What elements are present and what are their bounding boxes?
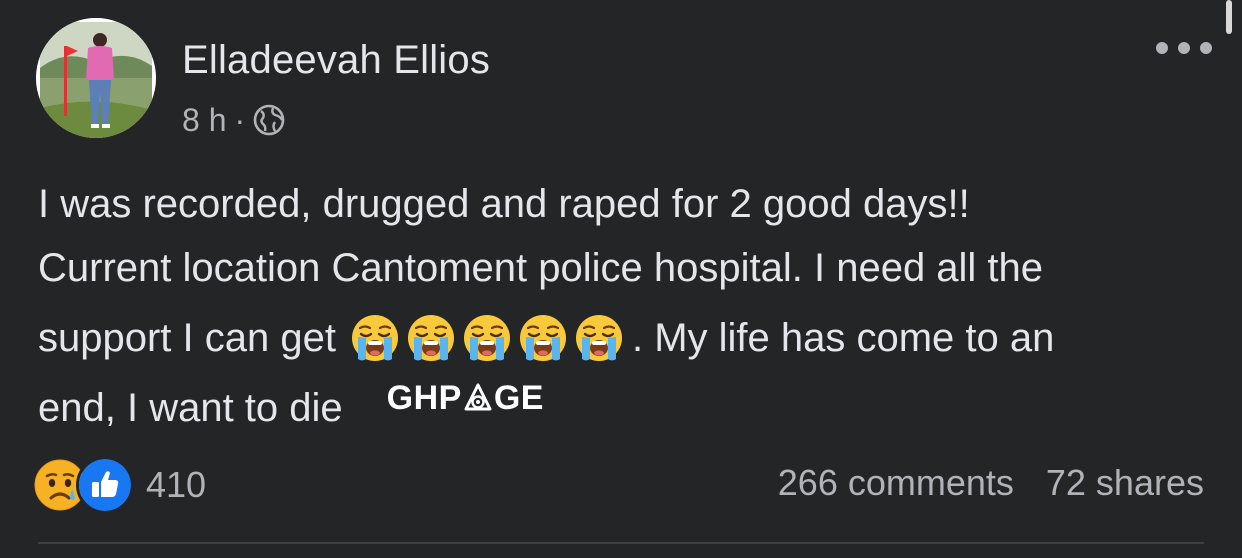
- emoji-group: [350, 313, 630, 363]
- post-time[interactable]: 8 h: [182, 102, 226, 139]
- author-name[interactable]: Elladeevah Ellios: [182, 38, 490, 83]
- reaction-count: 410: [146, 464, 207, 505]
- loudly-crying-face-icon: [407, 315, 454, 361]
- divider: [38, 542, 1204, 544]
- loudly-crying-face-icon: [351, 315, 398, 361]
- globe-icon[interactable]: [253, 104, 285, 136]
- comments-count[interactable]: 266 comments: [778, 462, 1014, 504]
- watermark-text: GE: [493, 379, 544, 417]
- scrollbar-thumb[interactable]: [1226, 0, 1232, 34]
- post-text-fragment: end, I want to die: [38, 386, 343, 430]
- post-text-line: Current location Cantoment police hospit…: [38, 246, 1044, 290]
- post-text-line: end, I want to die GHP GE: [38, 376, 1218, 440]
- loudly-crying-face-icon: [463, 315, 510, 361]
- author-avatar[interactable]: [36, 18, 156, 138]
- engagement-counts: 266 comments 72 shares: [778, 462, 1204, 504]
- post-text-fragment: support I can get: [38, 316, 336, 360]
- more-options-icon-dot: [1200, 42, 1212, 54]
- post-text-line: I was recorded, drugged and raped for 2 …: [38, 182, 970, 226]
- more-options-icon-dot: [1178, 42, 1190, 54]
- more-options-icon: [1156, 42, 1168, 54]
- meta-separator: ·: [234, 101, 246, 138]
- loudly-crying-face-icon: [519, 315, 566, 361]
- facebook-post: Elladeevah Ellios 8 h · I was recorded, …: [0, 0, 1242, 558]
- like-reaction-icon: [76, 456, 134, 514]
- post-text-fragment: . My life has come to an: [631, 316, 1055, 360]
- shares-count[interactable]: 72 shares: [1046, 462, 1204, 504]
- reactions-summary[interactable]: 410: [34, 456, 207, 514]
- more-options-button[interactable]: [1156, 36, 1212, 60]
- post-meta: 8 h ·: [182, 100, 285, 140]
- ghpage-logo-icon: [464, 383, 492, 411]
- loudly-crying-face-icon: [575, 315, 622, 361]
- ghpage-watermark: GHP GE: [387, 366, 544, 430]
- watermark-text: GHP: [386, 379, 462, 417]
- post-text: I was recorded, drugged and raped for 2 …: [38, 172, 1218, 440]
- post-text-line: support I can get . My life has come to …: [38, 300, 1218, 376]
